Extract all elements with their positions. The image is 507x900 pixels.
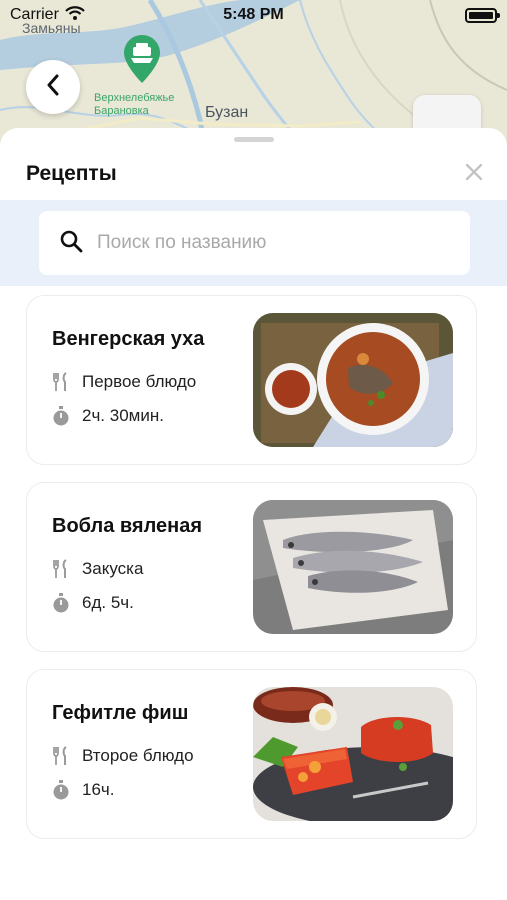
fork-knife-icon xyxy=(52,746,70,766)
recipe-category: Первое блюдо xyxy=(82,372,197,391)
search-box[interactable] xyxy=(39,211,470,275)
chevron-left-icon xyxy=(46,74,60,101)
search-input[interactable] xyxy=(97,232,437,254)
recipe-title: Венгерская уха xyxy=(52,328,205,350)
recipe-card[interactable]: Гефитле фиш Второе блюдо 16ч. xyxy=(26,669,477,839)
fork-knife-icon xyxy=(52,559,70,579)
stopwatch-icon xyxy=(52,406,70,426)
search-band xyxy=(0,200,507,286)
battery-icon xyxy=(465,7,500,23)
carrier-label: Carrier xyxy=(10,6,59,23)
recipe-duration: 2ч. 30мин. xyxy=(82,406,164,425)
search-icon xyxy=(59,229,83,258)
recipe-category: Второе блюдо xyxy=(82,746,194,765)
recipe-category-row: Первое блюдо xyxy=(52,372,196,392)
map-label-green-village: Верхнелебяжье Барановка xyxy=(94,92,175,117)
recipes-sheet: Рецепты Венгерская уха xyxy=(0,128,507,900)
fish-aspic-photo xyxy=(253,687,453,821)
sheet-title: Рецепты xyxy=(26,162,117,185)
recipe-duration-row: 16ч. xyxy=(52,780,115,800)
recipe-duration-row: 6д. 5ч. xyxy=(52,593,134,613)
fish-soup-photo xyxy=(253,313,453,447)
wifi-icon xyxy=(65,5,85,25)
status-bar: Carrier 5:48 PM xyxy=(0,0,507,30)
recipe-category-row: Закуска xyxy=(52,559,143,579)
recipe-title: Гефитле фиш xyxy=(52,702,189,724)
recipe-category: Закуска xyxy=(82,559,144,578)
back-button[interactable] xyxy=(26,60,80,114)
map-label-city: Бузан xyxy=(205,104,249,121)
fork-knife-icon xyxy=(52,372,70,392)
recipe-duration: 6д. 5ч. xyxy=(82,593,134,612)
recipe-card[interactable]: Венгерская уха Первое блюдо 2ч. 30мин. xyxy=(26,295,477,465)
recipe-category-row: Второе блюдо xyxy=(52,746,194,766)
stopwatch-icon xyxy=(52,780,70,800)
recipe-duration-row: 2ч. 30мин. xyxy=(52,406,164,426)
close-button[interactable] xyxy=(460,160,488,188)
ferry-location-pin-icon[interactable] xyxy=(122,33,162,85)
carrier-group: Carrier xyxy=(10,5,85,25)
close-icon xyxy=(465,163,483,186)
stopwatch-icon xyxy=(52,593,70,613)
recipe-duration: 16ч. xyxy=(82,780,115,799)
dried-fish-photo xyxy=(253,500,453,634)
sheet-grabber[interactable] xyxy=(234,137,274,142)
recipe-card[interactable]: Вобла вяленая Закуска 6д. 5ч. xyxy=(26,482,477,652)
recipe-title: Вобла вяленая xyxy=(52,515,203,537)
